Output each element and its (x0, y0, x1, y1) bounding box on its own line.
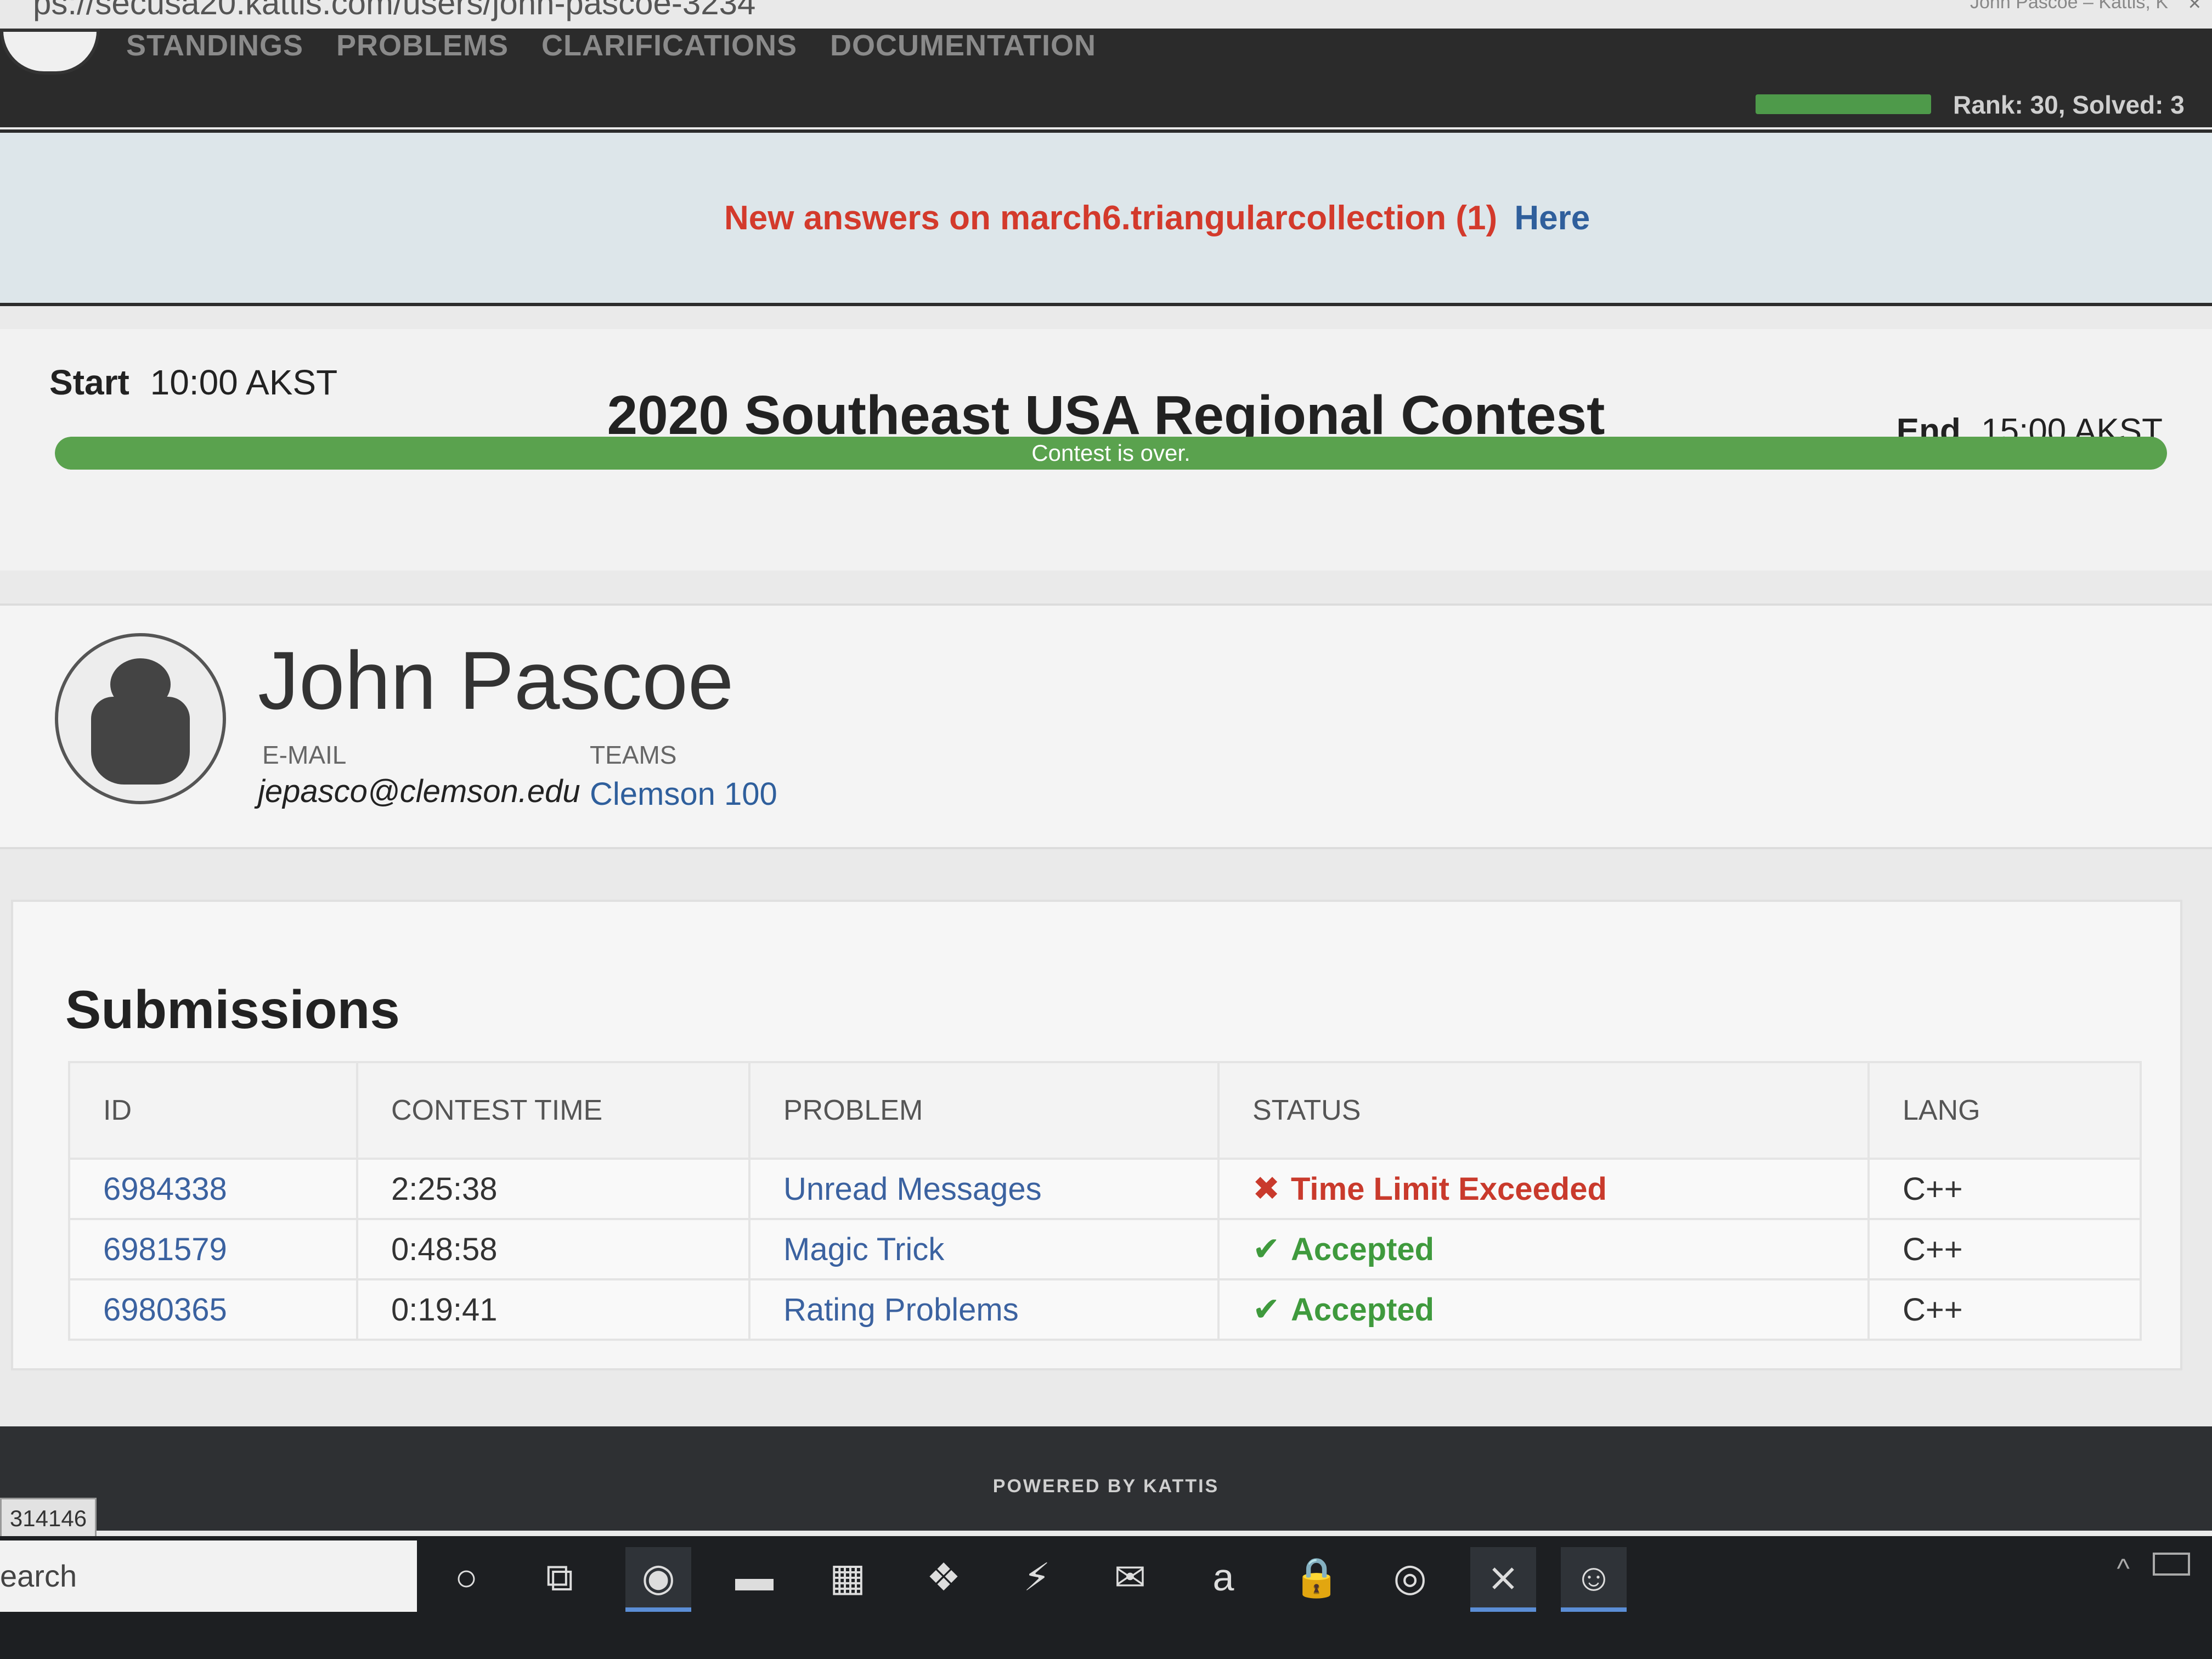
col-lang[interactable]: LANG (1867, 1061, 2142, 1160)
nav-links: STANDINGS PROBLEMS CLARIFICATIONS DOCUME… (126, 29, 1096, 63)
tray-chevron-up-icon[interactable]: ^ (2117, 1553, 2130, 1584)
discord-icon[interactable]: ☺ (1561, 1547, 1627, 1612)
task-view-icon[interactable]: ⧉ (527, 1547, 592, 1607)
table-row: 6980365 0:19:41 Rating Problems ✔ Accepte… (68, 1278, 2142, 1341)
table-header-row: ID CONTEST TIME PROBLEM STATUS LANG (68, 1061, 2142, 1160)
col-contest-time[interactable]: CONTEST TIME (356, 1061, 751, 1160)
x-mark-icon: ✖ (1252, 1170, 1280, 1207)
submission-lang: C++ (1867, 1278, 2142, 1341)
announcement-banner: New answers on march6.triangularcollecti… (0, 129, 2212, 306)
status-text: Time Limit Exceeded (1291, 1171, 1607, 1207)
file-explorer-icon[interactable]: ▬ (721, 1547, 787, 1607)
dropbox-icon[interactable]: ❖ (911, 1547, 977, 1607)
banner-message: New answers on march6.triangularcollecti… (724, 199, 1590, 238)
submission-lang: C++ (1867, 1158, 2142, 1220)
submission-time: 2:25:38 (356, 1158, 751, 1220)
table-row: 6984338 2:25:38 Unread Messages ✖ Time Li… (68, 1158, 2142, 1220)
email-label: E-MAIL (262, 741, 347, 769)
taskbar-search-input[interactable]: earch (0, 1541, 417, 1612)
problem-link[interactable]: Unread Messages (748, 1158, 1220, 1220)
edge-icon[interactable]: ◉ (625, 1547, 691, 1612)
nav-problems[interactable]: PROBLEMS (336, 29, 509, 63)
user-profile-card: John Pascoe E-MAIL TEAMS jepasco@clemson… (0, 603, 2212, 849)
mail-icon[interactable]: ✉ (1097, 1547, 1163, 1607)
visual-studio-icon[interactable]: ⚡ (1004, 1547, 1070, 1607)
status-text: Accepted (1291, 1232, 1435, 1267)
submission-status: ✔ Accepted (1217, 1218, 1870, 1280)
submission-id-link[interactable]: 6981579 (68, 1218, 358, 1280)
kattis-logo-icon[interactable] (0, 29, 100, 75)
submission-status: ✖ Time Limit Exceeded (1217, 1158, 1870, 1220)
user-email: jepasco@clemson.edu (258, 774, 580, 809)
col-problem[interactable]: PROBLEM (748, 1061, 1220, 1160)
team-link[interactable]: Clemson 100 (590, 776, 777, 812)
url-text[interactable]: ps://secusa20.kattis.com/users/john-pasc… (33, 0, 755, 20)
rank-summary: Rank: 30, Solved: 3 (1953, 91, 2185, 119)
submission-id-link[interactable]: 6984338 (68, 1158, 358, 1220)
teams-label: TEAMS (590, 741, 677, 769)
avatar (55, 633, 226, 804)
submission-time: 0:19:41 (356, 1278, 751, 1341)
avatar-body-shape (91, 697, 190, 785)
store-icon[interactable]: ▦ (815, 1547, 881, 1607)
team-status-bar (1756, 94, 1931, 114)
checkmark-icon: ✔ (1252, 1231, 1280, 1267)
nav-clarifications[interactable]: CLARIFICATIONS (541, 29, 797, 63)
windows-taskbar: earch ○ ⧉ ◉ ▬ ▦ ❖ ⚡ ✉ a 🔒 ◎ ⨯ ☺ ^ (0, 1536, 2212, 1659)
nav-standings[interactable]: STANDINGS (126, 29, 303, 63)
checkmark-icon: ✔ (1252, 1291, 1280, 1328)
problem-link[interactable]: Magic Trick (748, 1218, 1220, 1280)
submissions-table: ID CONTEST TIME PROBLEM STATUS LANG 6984… (68, 1061, 2142, 1341)
banner-here-link[interactable]: Here (1514, 199, 1590, 237)
tab-close-icon[interactable]: × (2188, 0, 2201, 18)
amazon-icon[interactable]: a (1190, 1547, 1256, 1607)
user-name: John Pascoe (258, 634, 734, 726)
submissions-panel: Submissions ID CONTEST TIME PROBLEM STAT… (11, 900, 2182, 1370)
browser-url-bar[interactable]: ps://secusa20.kattis.com/users/john-pasc… (0, 0, 2212, 29)
contest-progress-bar: Contest is over. (55, 437, 2167, 470)
col-id[interactable]: ID (68, 1061, 358, 1160)
counter-badge: 314146 (0, 1498, 97, 1539)
lock-app-icon[interactable]: 🔒 (1284, 1547, 1350, 1607)
table-row: 6981579 0:48:58 Magic Trick ✔ Accepted C+… (68, 1218, 2142, 1280)
contest-status-text: Contest is over. (1031, 440, 1190, 466)
banner-text: New answers on march6.triangularcollecti… (724, 199, 1498, 237)
submission-id-link[interactable]: 6980365 (68, 1278, 358, 1341)
submissions-heading: Submissions (65, 979, 400, 1040)
submission-lang: C++ (1867, 1218, 2142, 1280)
submission-status: ✔ Accepted (1217, 1278, 1870, 1341)
submission-time: 0:48:58 (356, 1218, 751, 1280)
col-status[interactable]: STATUS (1217, 1061, 1870, 1160)
page-footer: POWERED BY KATTIS (0, 1426, 2212, 1531)
contest-header: Start 10:00 AKST 2020 Southeast USA Regi… (0, 329, 2212, 571)
cortana-icon[interactable]: ○ (433, 1547, 499, 1607)
chrome-icon[interactable]: ◎ (1377, 1547, 1443, 1607)
status-text: Accepted (1291, 1292, 1435, 1328)
powered-by-text: POWERED BY KATTIS (992, 1476, 1220, 1497)
top-navbar: STANDINGS PROBLEMS CLARIFICATIONS DOCUME… (0, 29, 2212, 127)
battery-icon[interactable] (2153, 1553, 2190, 1576)
vscode-icon[interactable]: ⨯ (1470, 1547, 1536, 1612)
problem-link[interactable]: Rating Problems (748, 1278, 1220, 1341)
nav-documentation[interactable]: DOCUMENTATION (830, 29, 1096, 63)
browser-tab-title[interactable]: John Pascoe – Kattis, K (1970, 0, 2168, 16)
